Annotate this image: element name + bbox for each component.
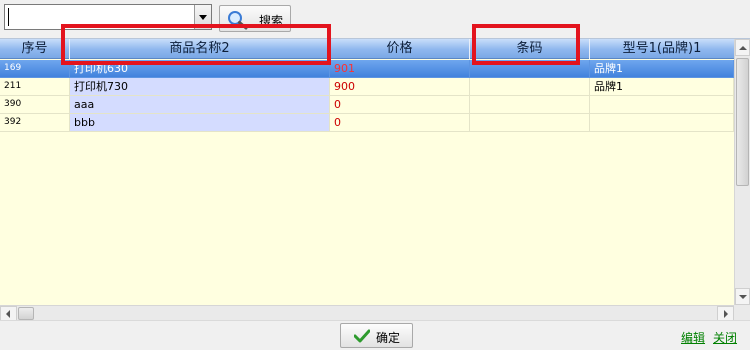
cell-no: 392: [0, 114, 70, 132]
scrollbar-corner: [734, 305, 750, 321]
cell-no: 211: [0, 78, 70, 96]
cell-name: bbb: [70, 114, 330, 132]
edit-link[interactable]: 编辑: [681, 329, 705, 346]
checkmark-icon: [354, 329, 370, 343]
chevron-down-icon[interactable]: [194, 5, 211, 29]
table-row[interactable]: 211 打印机730 900 品牌1: [0, 78, 734, 96]
toolbar: 搜索: [0, 0, 750, 38]
table-row[interactable]: 390 aaa 0: [0, 96, 734, 114]
horizontal-scrollbar[interactable]: [0, 305, 734, 321]
column-header-model[interactable]: 型号1(品牌)1: [590, 39, 734, 59]
column-header-price[interactable]: 价格: [330, 39, 470, 59]
cell-price: 900: [330, 78, 470, 96]
cell-name: aaa: [70, 96, 330, 114]
confirm-button-label: 确定: [376, 331, 401, 345]
column-header-name[interactable]: 商品名称2: [70, 39, 330, 59]
horizontal-scroll-thumb[interactable]: [18, 307, 34, 320]
vertical-scroll-thumb[interactable]: [736, 58, 749, 186]
cell-barcode: [470, 96, 590, 114]
cell-price: 0: [330, 96, 470, 114]
scroll-left-arrow-icon[interactable]: [0, 306, 17, 321]
search-icon: [228, 11, 248, 30]
text-caret: [8, 8, 9, 26]
cell-model: 品牌1: [590, 78, 734, 96]
cell-model: [590, 96, 734, 114]
cell-barcode: [470, 78, 590, 96]
cell-price: 0: [330, 114, 470, 132]
column-header-barcode[interactable]: 条码: [470, 39, 590, 59]
cell-no: 169: [0, 60, 70, 78]
scroll-up-arrow-icon[interactable]: [735, 39, 750, 56]
confirm-button[interactable]: 确定: [340, 323, 413, 348]
cell-model: [590, 114, 734, 132]
cell-model: 品牌1: [590, 60, 734, 78]
search-button[interactable]: 搜索: [219, 5, 291, 32]
column-header-no[interactable]: 序号: [0, 39, 70, 59]
cell-no: 390: [0, 96, 70, 114]
table-row[interactable]: 392 bbb 0: [0, 114, 734, 132]
grid-header: 序号 商品名称2 价格 条码 型号1(品牌)1: [0, 39, 734, 59]
cell-name: 打印机730: [70, 78, 330, 96]
cell-barcode: [470, 60, 590, 78]
scroll-down-arrow-icon[interactable]: [735, 288, 750, 305]
footer-bar: 确定 编辑 关闭: [0, 320, 750, 350]
vertical-scrollbar[interactable]: [734, 39, 750, 305]
table-row[interactable]: 169 打印机630 901 品牌1: [0, 60, 734, 78]
search-combobox[interactable]: [4, 4, 212, 30]
search-button-label: 搜索: [259, 14, 284, 28]
cell-barcode: [470, 114, 590, 132]
scroll-right-arrow-icon[interactable]: [717, 306, 734, 321]
product-grid: 序号 商品名称2 价格 条码 型号1(品牌)1 169 打印机630 901 品…: [0, 38, 750, 321]
close-link[interactable]: 关闭: [713, 329, 737, 346]
cell-price: 901: [330, 60, 470, 78]
cell-name: 打印机630: [70, 60, 330, 78]
